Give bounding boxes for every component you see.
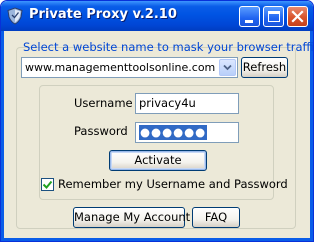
window-frame-left	[1, 31, 4, 241]
minimize-icon	[245, 20, 253, 23]
close-icon	[291, 10, 304, 23]
username-label: Username	[74, 96, 133, 110]
website-select[interactable]: www.managementtoolsonline.com	[21, 57, 238, 78]
maximize-icon	[268, 11, 280, 22]
refresh-button[interactable]: Refresh	[241, 57, 288, 78]
remember-label: Remember my Username and Password	[58, 177, 288, 191]
activate-button[interactable]: Activate	[109, 150, 207, 171]
window-title: Private Proxy v.2.10	[29, 7, 177, 22]
password-field[interactable]: ●●●●●●	[135, 122, 239, 143]
remember-checkbox[interactable]	[41, 178, 54, 191]
faq-button[interactable]: FAQ	[192, 207, 240, 228]
manage-account-button[interactable]: Manage My Account	[73, 207, 190, 228]
minimize-button[interactable]	[239, 6, 260, 27]
chevron-down-icon	[223, 64, 232, 71]
shield-icon	[7, 7, 23, 25]
close-button[interactable]	[287, 6, 308, 27]
password-label: Password	[74, 124, 128, 138]
checkmark-icon	[42, 180, 53, 189]
window-frame-bottom	[1, 238, 313, 241]
app-window: Private Proxy v.2.10 Select a website na…	[0, 0, 314, 242]
maximize-button[interactable]	[263, 6, 284, 27]
title-bar[interactable]: Private Proxy v.2.10	[1, 1, 313, 31]
prompt-label: Select a website name to mask your brows…	[23, 40, 314, 54]
username-field[interactable]: privacy4u	[135, 93, 239, 114]
password-selection: ●●●●●●	[139, 125, 208, 140]
website-dropdown-button[interactable]	[219, 59, 236, 76]
website-select-value: www.managementtoolsonline.com	[25, 61, 216, 74]
window-frame-right	[310, 31, 313, 241]
